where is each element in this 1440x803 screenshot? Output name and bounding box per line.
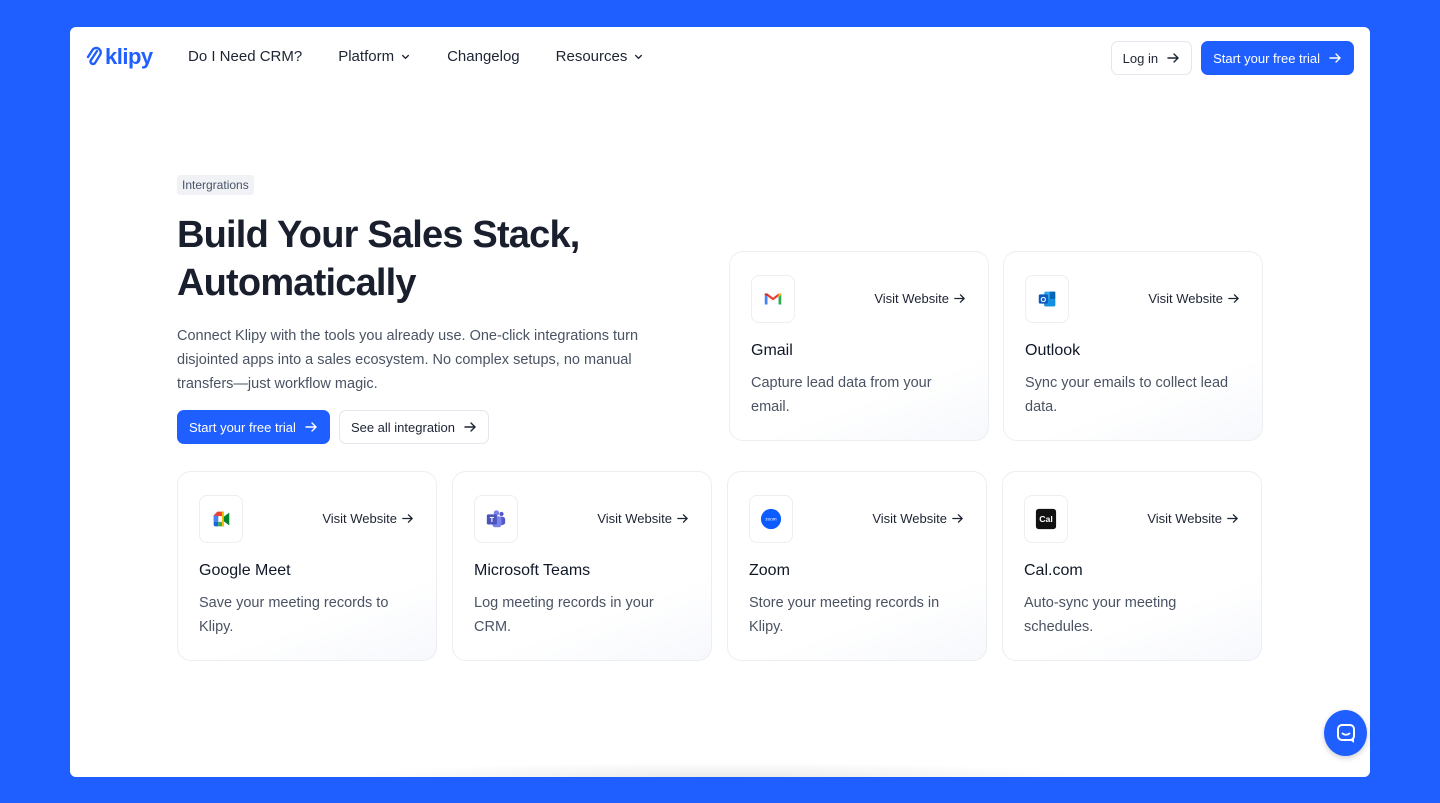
nav-link-label: Changelog [447, 48, 520, 65]
arrow-right-icon [305, 422, 317, 432]
integration-card-microsoft-teams: T Visit Website Microsoft Teams Log meet… [452, 471, 712, 661]
nav-link-resources[interactable]: Resources [556, 48, 645, 65]
chevron-down-icon [635, 54, 643, 60]
arrow-right-icon [1329, 53, 1341, 63]
card-title: Microsoft Teams [474, 562, 591, 579]
nav-link-do-i-need-crm[interactable]: Do I Need CRM? [188, 48, 302, 65]
nav-link-label: Do I Need CRM? [188, 48, 303, 65]
visit-website-label: Visit Website [874, 291, 949, 306]
visit-website-link[interactable]: Visit Website [322, 511, 414, 526]
integration-card-outlook: O Visit Website Outlook Sync your emails… [1003, 251, 1263, 441]
cal-wordmark: Cal [1039, 514, 1053, 524]
arrow-right-icon [1167, 53, 1180, 63]
see-all-integration-label: See all integration [350, 419, 456, 435]
arrow-right-icon [952, 514, 964, 523]
arrow-right-icon [1228, 294, 1240, 303]
login-label: Log in [1122, 50, 1159, 66]
hero-section: Intergrations Build Your Sales Stack, Au… [177, 175, 677, 444]
card-description: Capture lead data from your email. [751, 375, 932, 415]
zoom-wordmark: zoom [765, 517, 776, 522]
gmail-icon [751, 275, 795, 323]
visit-website-label: Visit Website [322, 511, 397, 526]
nav-links: Do I Need CRM? Platform Changelog Resour… [188, 48, 644, 65]
card-title: Zoom [749, 562, 790, 579]
page-title: Build Your Sales Stack, Automatically [177, 211, 677, 307]
visit-website-link[interactable]: Visit Website [1147, 511, 1239, 526]
visit-website-link[interactable]: Visit Website [597, 511, 689, 526]
microsoft-teams-icon: T [474, 495, 518, 543]
arrow-right-icon [677, 514, 689, 523]
logo-text: klipy [105, 44, 153, 69]
nav-link-label: Resources [555, 48, 628, 65]
section-tag: Intergrations [177, 175, 254, 195]
hero-subtext: Connect Klipy with the tools you already… [177, 328, 639, 392]
outlook-icon: O [1025, 275, 1069, 323]
nav-actions: Log in Start your free trial [1110, 41, 1354, 75]
arrow-right-icon [402, 514, 414, 523]
arrow-right-icon [464, 422, 477, 432]
visit-website-link[interactable]: Visit Website [872, 511, 964, 526]
visit-website-label: Visit Website [597, 511, 672, 526]
arrow-right-icon [1227, 514, 1239, 523]
start-trial-label: Start your free trial [1213, 50, 1320, 66]
paperclip-icon [86, 46, 102, 66]
klipy-logo[interactable]: klipy [86, 44, 153, 70]
card-description: Sync your emails to collect lead data. [1025, 375, 1229, 415]
headline-line-2: Automatically [177, 262, 417, 304]
card-description: Log meeting records in your CRM. [474, 595, 654, 635]
integration-card-cal-com: Cal Visit Website Cal.com Auto-sync your… [1002, 471, 1262, 661]
card-description: Save your meeting records to Klipy. [199, 595, 389, 635]
section-shadow [340, 762, 1100, 777]
chevron-down-icon [401, 54, 410, 60]
card-title: Gmail [751, 342, 793, 359]
integration-card-google-meet: Visit Website Google Meet Save your meet… [177, 471, 437, 661]
see-all-integration-button[interactable]: See all integration [338, 410, 490, 444]
card-title: Outlook [1025, 342, 1081, 359]
chat-icon [1336, 724, 1355, 743]
hero-ctas: Start your free trial See all integratio… [177, 410, 677, 444]
outlook-letter: O [1040, 295, 1046, 304]
nav-link-label: Platform [338, 48, 395, 65]
card-description: Auto-sync your meeting schedules. [1024, 595, 1177, 635]
visit-website-label: Visit Website [872, 511, 947, 526]
chat-launcher-button[interactable] [1324, 710, 1367, 756]
nav-link-changelog[interactable]: Changelog [447, 48, 520, 65]
cal-com-icon: Cal [1024, 495, 1068, 543]
start-trial-button[interactable]: Start your free trial [1201, 41, 1354, 75]
card-description: Store your meeting records in Klipy. [749, 595, 940, 635]
arrow-right-icon [954, 294, 966, 303]
login-button[interactable]: Log in [1110, 41, 1193, 75]
hero-start-trial-label: Start your free trial [189, 419, 296, 435]
integration-card-zoom: zoom Visit Website Zoom Store your meeti… [727, 471, 987, 661]
teams-letter: T [490, 515, 495, 524]
headline-line-1: Build Your Sales Stack, [177, 214, 580, 256]
zoom-icon: zoom [749, 495, 793, 543]
integration-card-gmail: Visit Website Gmail Capture lead data fr… [729, 251, 989, 441]
visit-website-label: Visit Website [1148, 291, 1223, 306]
hero-start-trial-button[interactable]: Start your free trial [177, 410, 330, 444]
google-meet-icon [199, 495, 243, 543]
visit-website-link[interactable]: Visit Website [874, 291, 966, 306]
visit-website-label: Visit Website [1147, 511, 1222, 526]
visit-website-link[interactable]: Visit Website [1148, 291, 1240, 306]
page-frame: klipy Do I Need CRM? Platform Changelog … [70, 27, 1370, 777]
card-title: Google Meet [199, 562, 291, 579]
nav-link-platform[interactable]: Platform [338, 48, 411, 65]
card-title: Cal.com [1024, 562, 1083, 579]
top-nav: klipy Do I Need CRM? Platform Changelog … [70, 27, 1370, 89]
